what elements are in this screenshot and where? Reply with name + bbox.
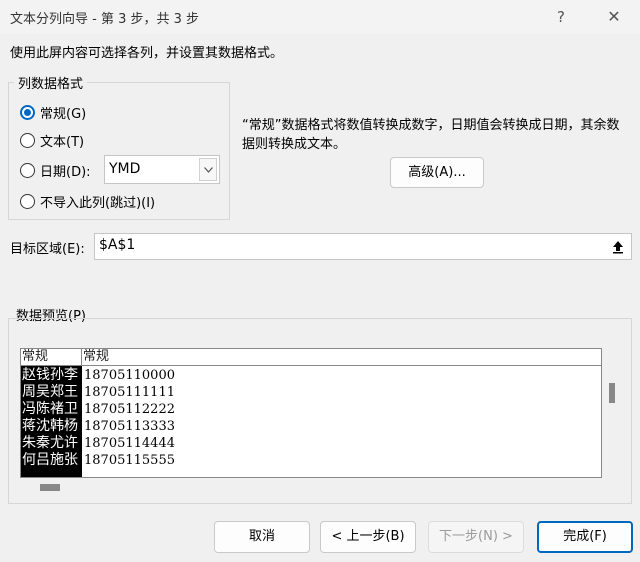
radio-text-label: 文本(T) [40, 134, 85, 150]
destination-label: 目标区域(E): [10, 242, 85, 257]
radio-general-label: 常规(G) [40, 106, 87, 122]
window-title: 文本分列向导 - 第 3 步，共 3 步 [10, 12, 200, 27]
instruction-text: 使用此屏内容可选择各列，并设置其数据格式。 [10, 46, 284, 61]
radio-date-label: 日期(D): [40, 164, 91, 180]
radio-skip[interactable]: 不导入此列(跳过)(I) [20, 191, 155, 211]
preview-cell: 赵钱孙李 [22, 367, 78, 383]
vertical-scroll-thumb[interactable] [609, 383, 615, 403]
chevron-down-icon[interactable] [199, 158, 217, 181]
preview-cell: 蒋沈韩杨 [22, 418, 78, 434]
radio-skip-label: 不导入此列(跳过)(I) [40, 195, 156, 211]
preview-header: 常规 常规 [21, 349, 601, 366]
preview-header-col-2[interactable]: 常规 [82, 349, 601, 365]
preview-cell: 18705115555 [84, 453, 175, 468]
radio-button[interactable] [20, 193, 35, 209]
back-button[interactable]: < 上一步(B) [320, 521, 416, 553]
finish-button[interactable]: 完成(F) [537, 521, 633, 553]
preview-cell: 18705113333 [84, 419, 175, 434]
preview-horizontal-scrollbar[interactable] [20, 480, 602, 494]
preview-header-col-1[interactable]: 常规 [21, 349, 82, 365]
radio-button[interactable] [20, 162, 35, 178]
preview-cell: 何吕施张 [22, 452, 78, 468]
date-format-select[interactable]: YMD [104, 155, 220, 184]
data-preview[interactable]: 常规 常规 赵钱孙李 18705110000 周吴郑王 18705111111 … [20, 348, 602, 478]
column-format-label: 列数据格式 [14, 73, 88, 92]
date-format-value: YMD [109, 161, 141, 177]
cancel-button[interactable]: 取消 [214, 521, 310, 553]
destination-input[interactable]: $A$1 [94, 233, 632, 260]
preview-cell: 18705110000 [84, 368, 175, 383]
close-icon[interactable]: ✕ [601, 4, 627, 30]
preview-cell: 18705114444 [84, 436, 175, 451]
horizontal-scroll-thumb[interactable] [40, 484, 60, 491]
radio-button-checked[interactable] [20, 104, 35, 120]
preview-vertical-scrollbar[interactable] [606, 366, 628, 478]
advanced-button[interactable]: 高级(A)... [390, 157, 484, 188]
title-bar: 文本分列向导 - 第 3 步，共 3 步 ? ✕ [0, 0, 640, 34]
destination-value: $A$1 [99, 237, 136, 253]
radio-date[interactable]: 日期(D): [20, 160, 91, 180]
preview-cell: 18705111111 [84, 385, 175, 400]
collapse-dialog-icon[interactable] [607, 236, 629, 257]
help-icon[interactable]: ? [548, 4, 574, 30]
radio-text[interactable]: 文本(T) [20, 130, 84, 150]
radio-button[interactable] [20, 132, 35, 148]
preview-cell: 冯陈褚卫 [22, 401, 78, 417]
preview-cell: 18705112222 [84, 402, 175, 417]
next-button[interactable]: 下一步(N) > [428, 521, 524, 553]
format-description: “常规”数据格式将数值转换成数字，日期值会转换成日期，其余数据则转换成文本。 [242, 118, 620, 152]
preview-cell: 朱秦尤许 [22, 435, 78, 451]
preview-cell: 周吴郑王 [22, 384, 78, 400]
radio-general[interactable]: 常规(G) [20, 102, 86, 122]
